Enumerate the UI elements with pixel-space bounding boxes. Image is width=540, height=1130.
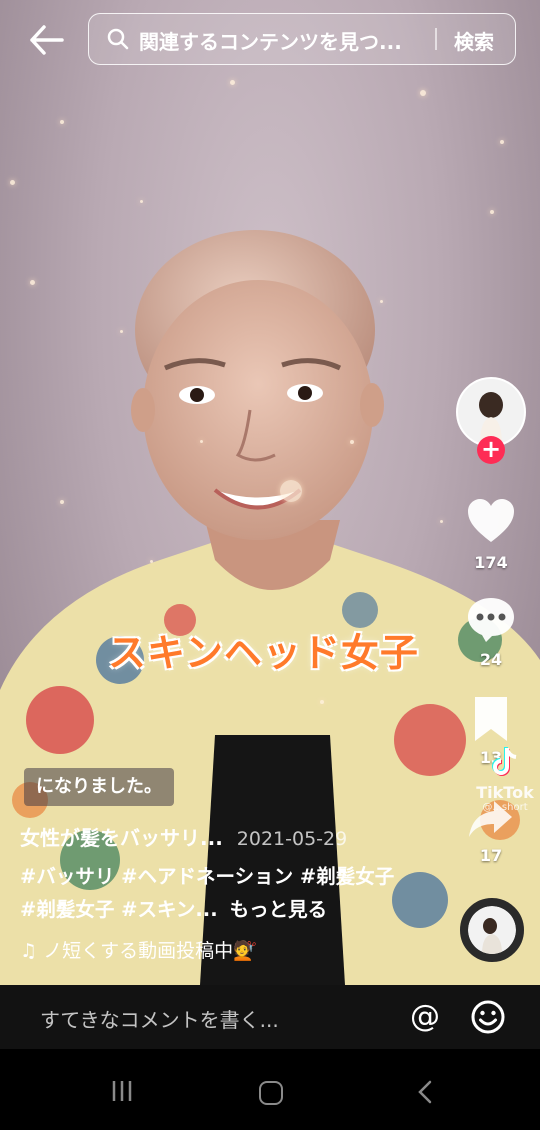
nav-back-icon[interactable] (415, 1079, 435, 1105)
recent-apps-icon[interactable] (110, 1079, 134, 1103)
video-overlay-caption: スキンヘッド女子 (108, 631, 419, 675)
search-input[interactable]: 関連するコンテンツを見つ... (139, 26, 402, 55)
like-count: 174 (474, 553, 508, 572)
post-date: 2021-05-29 (236, 828, 348, 850)
home-button-icon[interactable] (259, 1081, 283, 1105)
share-count: 17 (479, 846, 503, 865)
tiktok-logo-icon (492, 747, 517, 776)
music-note-icon: ♫ (20, 940, 44, 962)
video-caption-title[interactable]: 女性が髪をバッサリ... 2021-05-29 (20, 822, 347, 851)
heart-icon[interactable] (466, 497, 516, 545)
hashtags-text: #バッサリ #ヘアドネーション #剃髪女子 #剃髪女子 #スキン... (20, 865, 395, 921)
hashtag-list[interactable]: #バッサリ #ヘアドネーション #剃髪女子 #剃髪女子 #スキン... もっと見る (20, 860, 400, 926)
music-disc[interactable] (460, 898, 524, 962)
search-button[interactable]: 検索 (454, 26, 494, 55)
search-bar[interactable]: 関連するコンテンツを見つ... 検索 (88, 13, 516, 65)
search-icon (107, 28, 129, 50)
music-disc-cover (468, 906, 516, 954)
music-info[interactable]: ♫ ノ短くする動画投稿中💇 (20, 936, 257, 963)
bookmark-icon[interactable] (466, 695, 516, 743)
caption-text: 女性が髪をバッサリ... (20, 826, 223, 850)
follow-button[interactable]: + (477, 436, 505, 464)
music-title: ノ短くする動画投稿中💇 (43, 940, 257, 962)
see-more-link[interactable]: もっと見る (230, 898, 328, 921)
emoji-icon[interactable] (470, 999, 506, 1035)
back-arrow-icon[interactable] (26, 22, 66, 58)
search-divider (435, 28, 437, 50)
comment-bar: すてきなコメントを書く... @ (0, 985, 540, 1049)
mention-at-button[interactable]: @ (410, 999, 440, 1034)
comment-input[interactable]: すてきなコメントを書く... (40, 1004, 279, 1033)
share-icon[interactable] (466, 795, 516, 843)
comment-icon[interactable] (466, 595, 516, 643)
system-nav-bar (0, 1049, 540, 1130)
comment-count: 24 (479, 650, 503, 669)
video-text-chip: になりました。 (24, 768, 174, 806)
